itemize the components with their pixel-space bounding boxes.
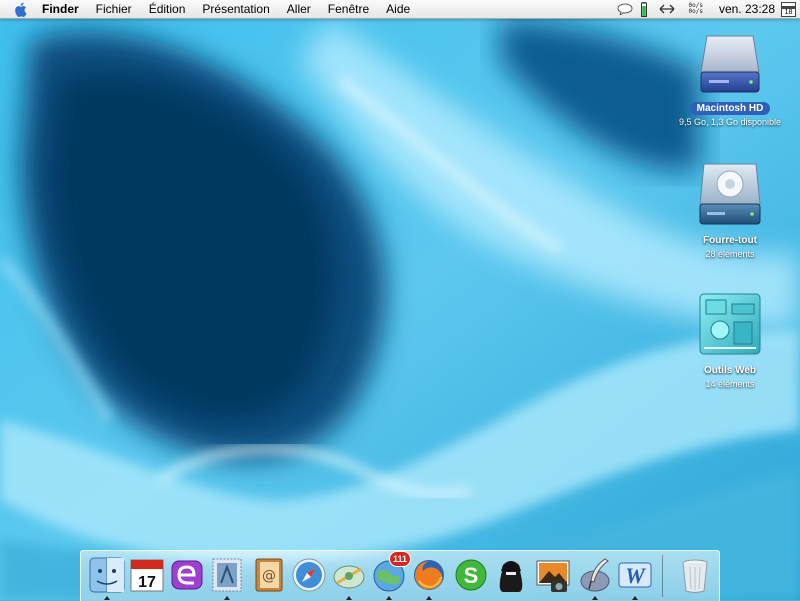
dock-item-mail-stamp[interactable] [207, 555, 247, 600]
hard-drive-icon [700, 35, 760, 93]
folder-icon [699, 293, 761, 355]
notification-badge: 111 [389, 551, 411, 567]
compass-icon [292, 558, 326, 592]
running-indicator [386, 596, 392, 600]
dock-item-firefox[interactable] [409, 555, 449, 600]
running-indicator [346, 596, 352, 600]
running-indicator [632, 596, 638, 600]
photo-icon [536, 560, 570, 592]
calendar-day: 17 [138, 574, 156, 591]
menu-aide[interactable]: Aide [377, 0, 418, 18]
running-indicator [426, 596, 432, 600]
dock-item-ical[interactable]: 17 [127, 555, 167, 595]
network-speed-monitor[interactable]: 0o/s 0o/s [689, 0, 703, 18]
stamp-icon [212, 558, 242, 592]
skype-icon: S [455, 559, 487, 591]
menu-bar: Finder Fichier Édition Présentation Alle… [0, 0, 800, 19]
dock-item-messages-globe[interactable]: 111 [369, 551, 411, 600]
finder-icon [89, 557, 125, 593]
address-book-icon: @ [255, 558, 283, 592]
svg-text:@: @ [262, 568, 276, 584]
running-indicator [104, 596, 110, 600]
sync-arrows-icon[interactable] [659, 0, 675, 18]
dock-item-script-editor[interactable] [575, 555, 615, 600]
menu-presentation[interactable]: Présentation [193, 0, 277, 18]
svg-text:S: S [464, 563, 479, 588]
calendar-menu-day: 18 [784, 8, 793, 16]
calendar-menu-icon[interactable]: 18 [781, 1, 796, 17]
menu-edition[interactable]: Édition [140, 0, 194, 18]
trash-icon [682, 559, 708, 593]
dock: 17 @ 111 S W [80, 550, 720, 601]
menu-fenetre[interactable]: Fenêtre [319, 0, 377, 18]
net-down-value: 0o/s [688, 8, 703, 15]
firefox-icon [414, 560, 444, 590]
dock-item-address-book[interactable]: @ [249, 555, 289, 595]
menu-fichier[interactable]: Fichier [87, 0, 140, 18]
satellite-icon [333, 565, 365, 589]
menu-finder[interactable]: Finder [36, 0, 87, 18]
spy-icon [499, 561, 523, 592]
dock-item-mail-app[interactable] [167, 555, 207, 595]
dock-separator [662, 555, 663, 597]
svg-text:W: W [625, 563, 646, 588]
running-indicator [224, 596, 230, 600]
dock-item-network-tool[interactable] [329, 555, 369, 600]
dock-item-word[interactable]: W [615, 555, 655, 600]
menu-clock[interactable]: ven. 23:28 [719, 2, 775, 16]
desktop-icon-name: Outils Web [703, 365, 757, 376]
quill-icon [580, 558, 610, 592]
desktop-icon-name: Fourre-tout [703, 235, 757, 246]
dock-item-iphoto[interactable] [533, 555, 573, 595]
running-indicator [592, 596, 598, 600]
desktop-icon-name: Macintosh HD [689, 102, 771, 115]
desktop-icon-fourre-tout[interactable]: Fourre-tout 28 éléments [660, 160, 800, 259]
dock-item-skype[interactable]: S [451, 555, 491, 595]
dock-item-finder[interactable] [87, 555, 127, 600]
desktop-icon-outils-web[interactable]: Outils Web 14 éléments [660, 288, 800, 389]
dock-item-spy-app[interactable] [491, 555, 531, 595]
menu-aller[interactable]: Aller [278, 0, 319, 18]
desktop-icon-info: 14 éléments [705, 379, 755, 389]
dock-item-safari[interactable] [289, 555, 329, 595]
desktop-icon-info: 9,5 Go, 1,3 Go disponible [678, 117, 782, 127]
calendar-icon: 17 [130, 559, 164, 592]
speech-bubble-icon[interactable] [617, 0, 633, 18]
desktop-icon-info: 28 éléments [705, 249, 755, 259]
dock-item-trash[interactable] [675, 555, 715, 595]
desktop-icon-macintosh-hd[interactable]: Macintosh HD 9,5 Go, 1,3 Go disponible [660, 32, 800, 127]
purple-e-icon [171, 560, 203, 590]
ipod-drive-icon [699, 163, 761, 225]
word-icon: W [618, 562, 652, 588]
apple-menu-icon[interactable] [12, 1, 28, 17]
battery-icon[interactable] [640, 0, 647, 18]
